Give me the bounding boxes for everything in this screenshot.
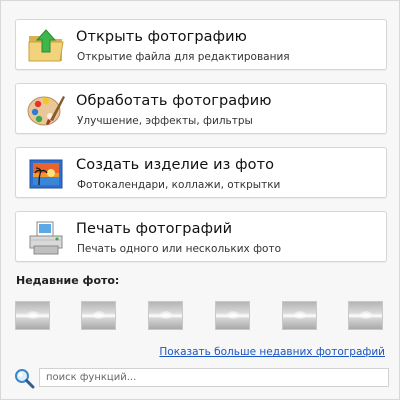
print-photos-subtitle: Печать одного или нескольких фото [77, 243, 282, 255]
folder-open-icon [26, 26, 66, 66]
search-icon [13, 367, 35, 389]
create-product-subtitle: Фотокалендари, коллажи, открытки [77, 179, 281, 191]
recent-photo-thumbnail[interactable] [81, 301, 116, 330]
photo-landscape-icon [26, 154, 66, 194]
recent-photos-label: Недавние фото: [16, 274, 120, 287]
print-photos-button[interactable]: Печать фотографий Печать одного или неск… [15, 211, 387, 262]
show-more-recent-link[interactable]: Показать больше недавних фотографий [159, 346, 385, 358]
print-photos-title: Печать фотографий [76, 221, 233, 237]
printer-icon [26, 218, 66, 258]
open-photo-title: Открыть фотографию [76, 29, 247, 45]
recent-photo-thumbnail[interactable] [348, 301, 383, 330]
create-product-title: Создать изделие из фото [76, 157, 275, 173]
recent-photo-thumbnail[interactable] [215, 301, 250, 330]
search-input[interactable] [39, 368, 389, 387]
launcher-window: Открыть фотографию Открытие файла для ре… [0, 0, 400, 400]
open-photo-subtitle: Открытие файла для редактирования [77, 51, 290, 63]
create-product-button[interactable]: Создать изделие из фото Фотокалендари, к… [15, 147, 387, 198]
edit-photo-button[interactable]: Обработать фотографию Улучшение, эффекты… [15, 83, 387, 134]
edit-photo-subtitle: Улучшение, эффекты, фильтры [77, 115, 253, 127]
recent-photo-thumbnail[interactable] [148, 301, 183, 330]
open-photo-button[interactable]: Открыть фотографию Открытие файла для ре… [15, 19, 387, 70]
recent-photo-thumbnail[interactable] [282, 301, 317, 330]
recent-photo-thumbnail[interactable] [15, 301, 50, 330]
palette-icon [26, 90, 66, 130]
edit-photo-title: Обработать фотографию [76, 93, 272, 109]
